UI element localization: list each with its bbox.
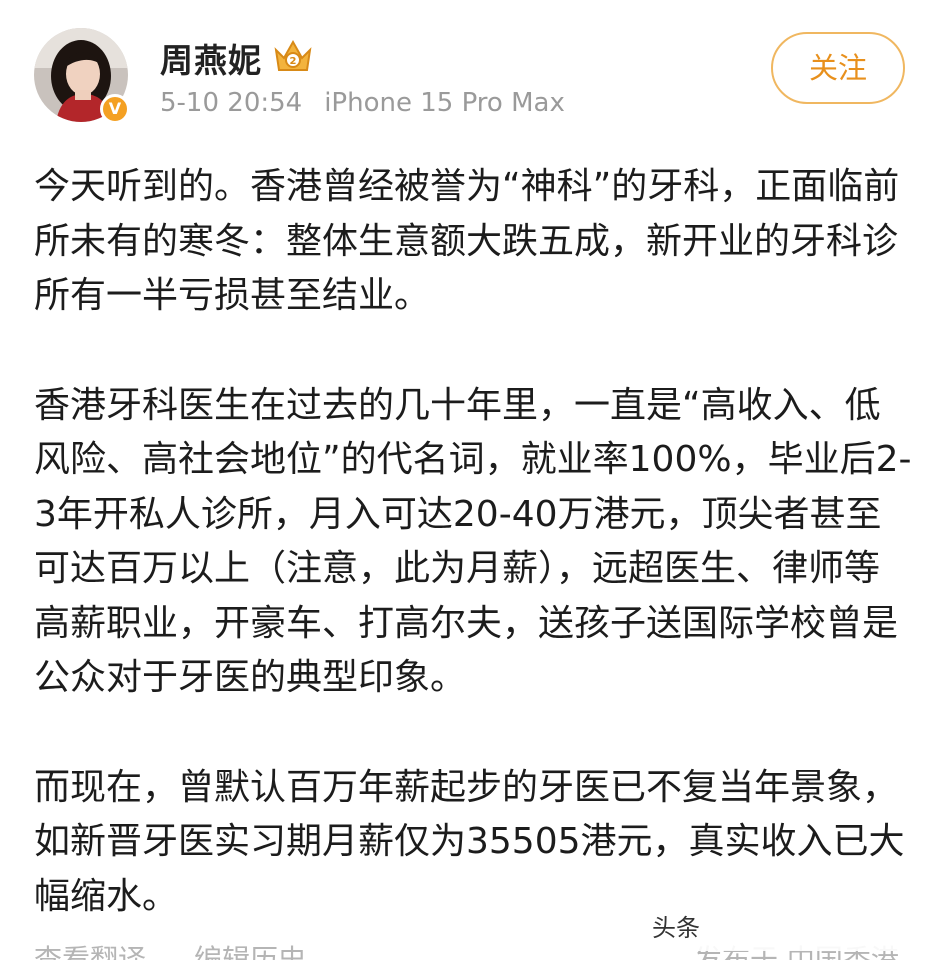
svg-text:2: 2 [290,56,297,67]
post-paragraph: 今天听到的。香港曾经被誉为“神科”的牙科，正面临前所未有的寒冬：整体生意额大跌五… [34,166,900,316]
post-paragraph: 香港牙科医生在过去的几十年里，一直是“高收入、低风险、高社会地位”的代名词，就业… [34,384,912,699]
post-paragraph: 而现在，曾默认百万年薪起步的牙医已不复当年景象，如新晋牙医实习期月薪仅为3550… [34,766,905,917]
follow-button[interactable]: 关注 [771,32,905,104]
verified-badge: V [100,94,130,124]
weibo-post-screen: V 周燕妮 2 5-10 20:54 iPhone 15 Pro Max 关注 今… [0,0,940,960]
post-device: iPhone 15 Pro Max [324,88,565,118]
post-content: 今天听到的。香港曾经被誉为“神科”的牙科，正面临前所未有的寒冬：整体生意额大跌五… [34,160,914,924]
crown-badge-icon[interactable]: 2 [272,36,314,76]
translate-link[interactable]: 查看翻译 [34,938,146,960]
edit-history-link[interactable]: 编辑历史 [194,938,306,960]
post-meta: 5-10 20:54 iPhone 15 Pro Max [160,88,565,118]
post-time: 5-10 20:54 [160,88,303,118]
author-name[interactable]: 周燕妮 [160,34,262,82]
watermark: 头条 [640,905,940,951]
